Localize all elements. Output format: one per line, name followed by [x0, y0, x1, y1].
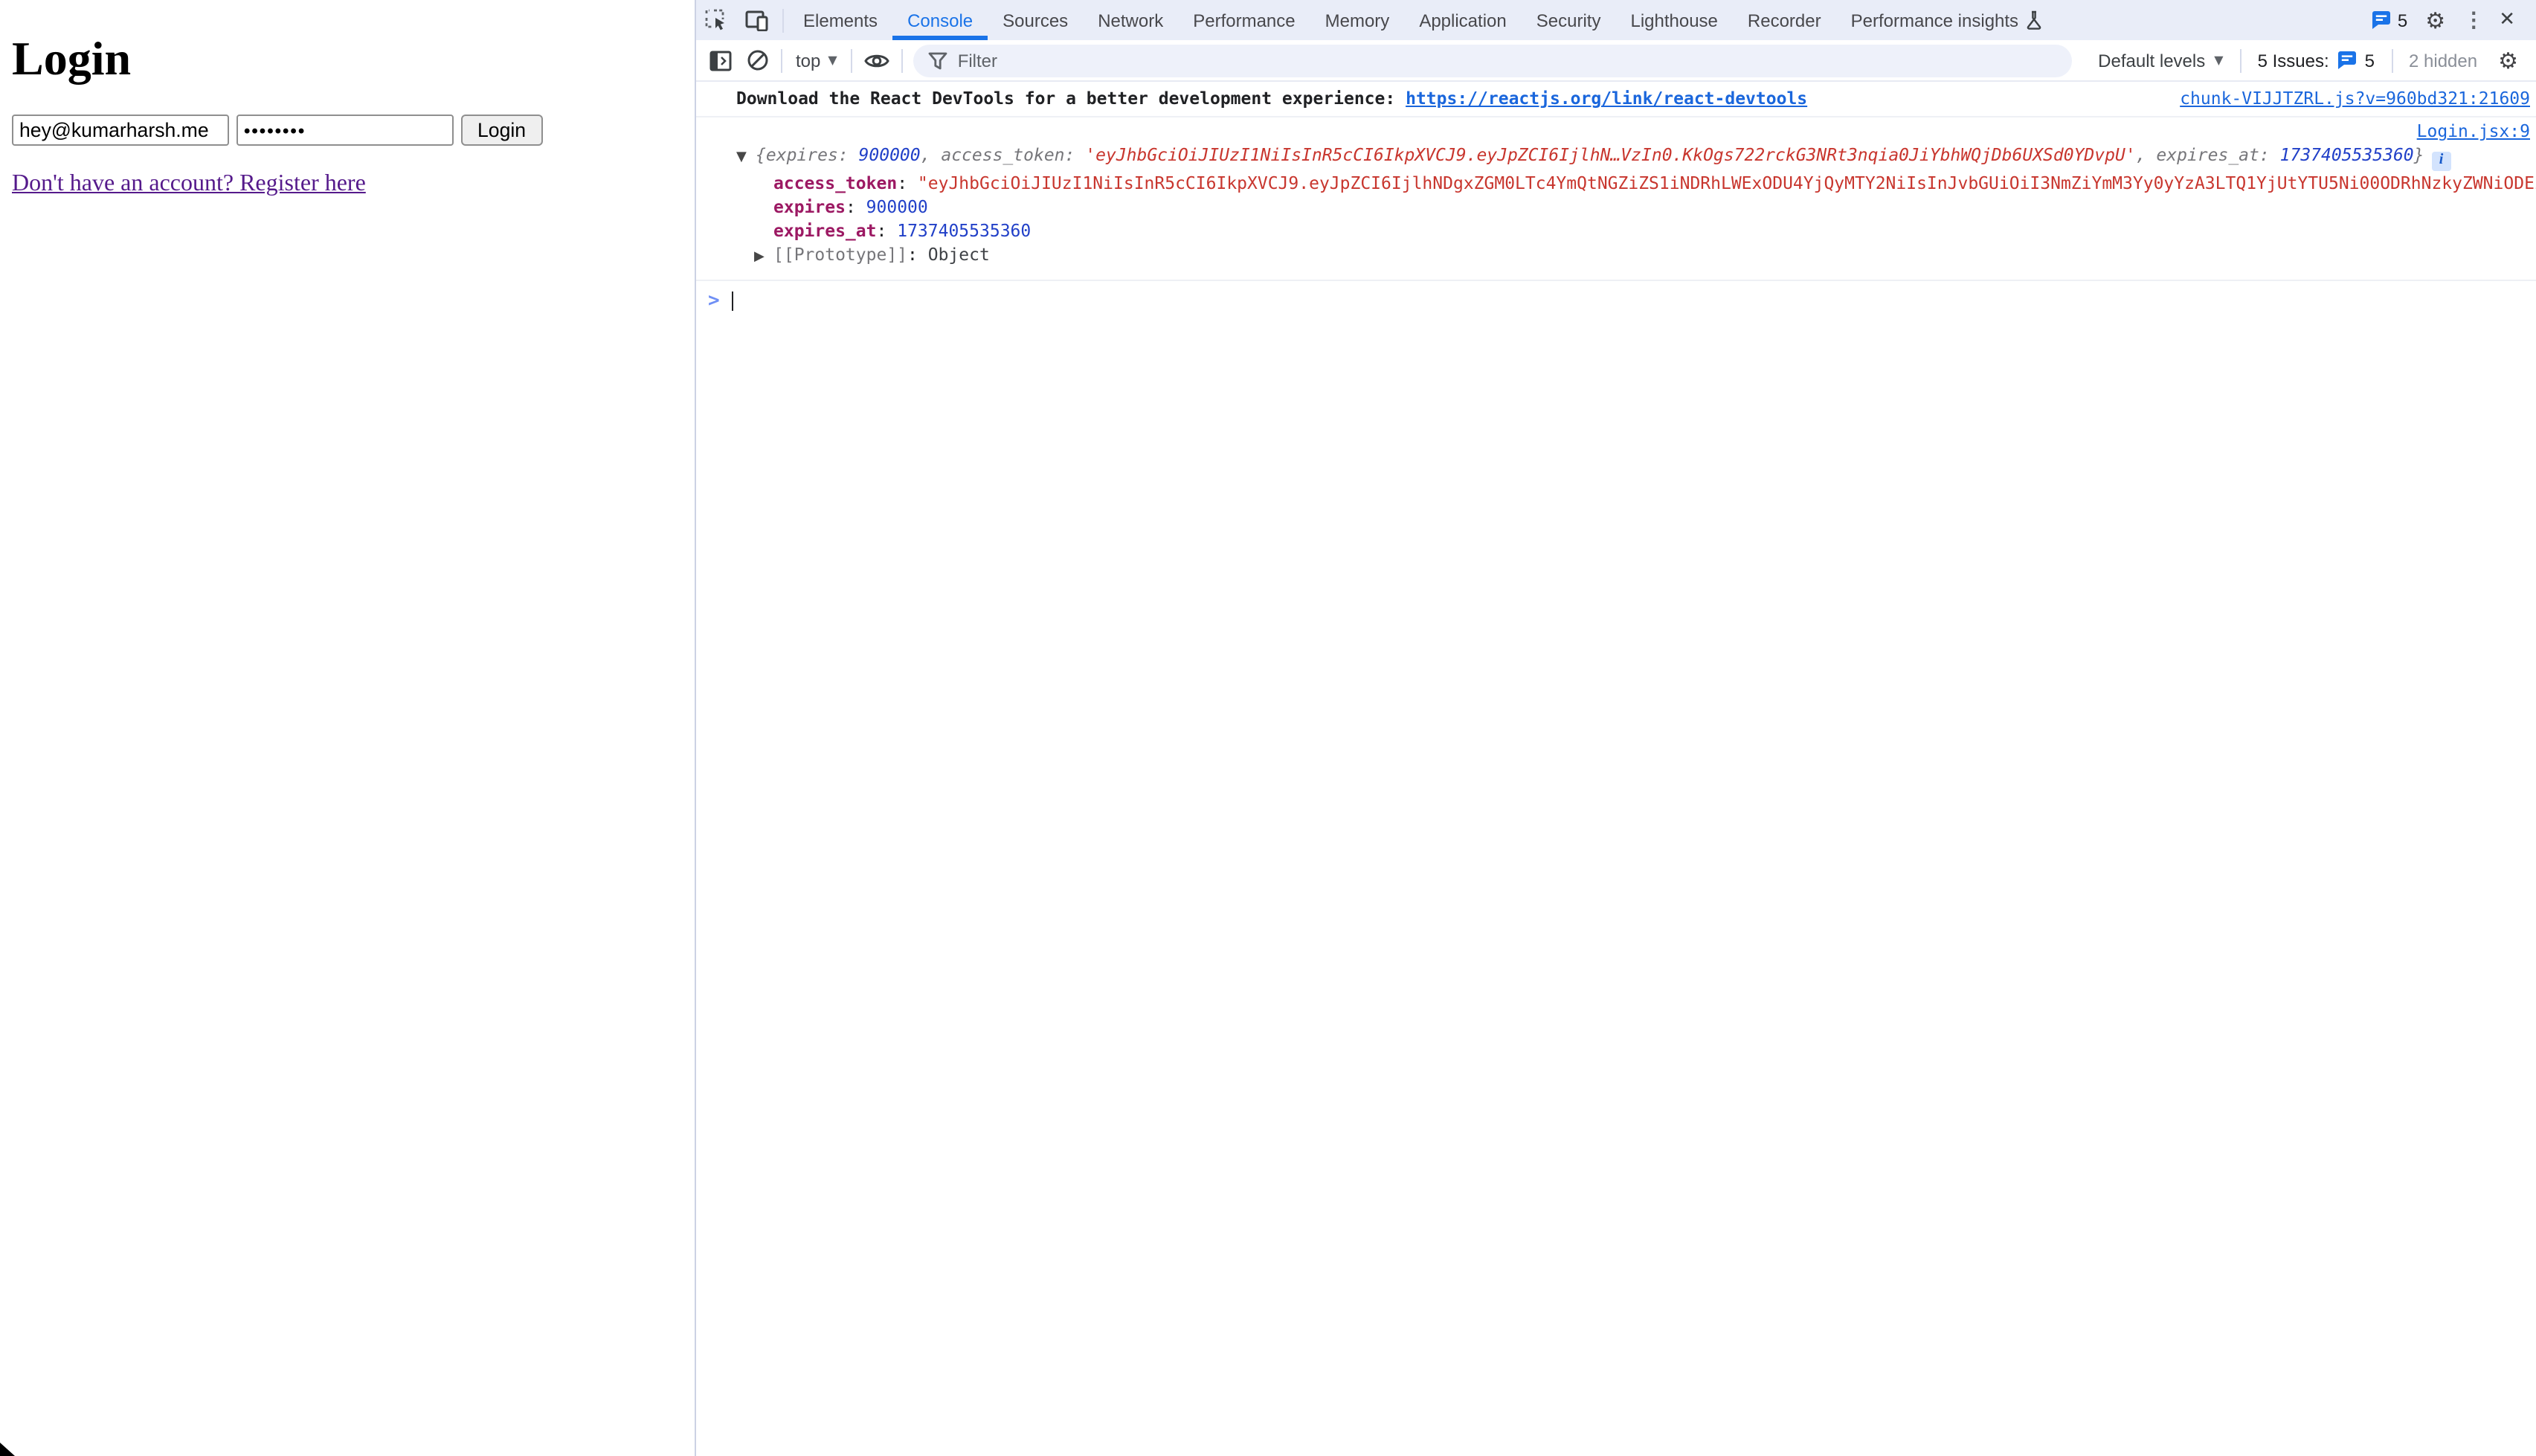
chevron-down-icon: ▼ [828, 54, 837, 67]
tab-performance[interactable]: Performance [1178, 0, 1310, 40]
register-link[interactable]: Don't have an account? Register here [12, 171, 366, 198]
console-message-react-devtools: Download the React DevTools for a better… [696, 82, 2536, 117]
settings-gear-icon[interactable]: ⚙ [2416, 7, 2454, 33]
more-options-icon[interactable]: ⋮ [2454, 7, 2493, 33]
password-field[interactable] [236, 115, 454, 146]
issues-bubble-icon [2337, 51, 2358, 70]
hidden-messages-label[interactable]: 2 hidden [2397, 50, 2489, 71]
source-link-chunk[interactable]: chunk-VIJJTZRL.js?v=960bd321:21609 [2180, 88, 2530, 110]
divider [901, 48, 903, 72]
source-link-login-jsx[interactable]: Login.jsx:9 [2417, 120, 2530, 141]
message-bubble-icon [2371, 10, 2392, 30]
funnel-icon [928, 51, 947, 69]
object-preview-row[interactable]: ▼{expires: 900000, access_token: 'eyJhbG… [736, 143, 2536, 170]
console-prompt[interactable]: > [696, 279, 2536, 320]
tab-recorder[interactable]: Recorder [1733, 0, 1836, 40]
console-settings-gear-icon[interactable]: ⚙ [2489, 47, 2527, 74]
close-devtools-icon[interactable]: ✕ [2493, 9, 2527, 31]
divider [2391, 48, 2392, 72]
flask-icon [2026, 10, 2042, 30]
clear-console-icon[interactable] [739, 49, 776, 71]
tab-network[interactable]: Network [1083, 0, 1178, 40]
react-devtools-link[interactable]: https://reactjs.org/link/react-devtools [1406, 88, 1807, 109]
tab-performance-insights[interactable]: Performance insights [1836, 0, 2057, 40]
tab-console[interactable]: Console [892, 0, 988, 40]
tab-security[interactable]: Security [1522, 0, 1616, 40]
console-message-object: Login.jsx:9 ▼{expires: 900000, access_to… [696, 117, 2536, 273]
log-levels-dropdown[interactable]: Default levels ▼ [2086, 50, 2235, 71]
login-page: Login Login Don't have an account? Regis… [0, 0, 695, 1456]
prototype-row[interactable]: ▶[[Prototype]]: Object [736, 242, 2536, 268]
expand-caret-icon[interactable]: ▼ [736, 146, 756, 170]
screen: Login Login Don't have an account? Regis… [0, 0, 2536, 1456]
tab-elements[interactable]: Elements [788, 0, 892, 40]
object-property-row: expires: 900000 [736, 194, 2536, 218]
info-icon[interactable]: i [2432, 151, 2451, 170]
console-toolbar: top ▼ Filter Default levels ▼ 5 Issues: [696, 40, 2536, 82]
filter-placeholder: Filter [958, 50, 997, 71]
login-button[interactable]: Login [461, 115, 542, 146]
context-selector[interactable]: top ▼ [787, 50, 846, 71]
issues-counter[interactable]: 5 Issues: 5 [2246, 50, 2387, 71]
login-form: Login [12, 115, 683, 146]
tab-lighthouse[interactable]: Lighthouse [1615, 0, 1732, 40]
tab-sources[interactable]: Sources [988, 0, 1083, 40]
mouse-cursor [0, 1443, 15, 1456]
chevron-down-icon: ▼ [2214, 54, 2223, 67]
collapse-caret-icon[interactable]: ▶ [754, 245, 773, 268]
text-cursor [732, 291, 734, 310]
console-output: Download the React DevTools for a better… [696, 82, 2536, 1456]
devtools-tabbar: Elements Console Sources Network Perform… [696, 0, 2536, 40]
page-title: Login [12, 31, 683, 86]
divider [782, 8, 784, 32]
live-expression-eye-icon[interactable] [857, 51, 897, 69]
tab-application[interactable]: Application [1404, 0, 1521, 40]
divider [781, 48, 782, 72]
inspect-element-icon[interactable] [696, 0, 736, 40]
console-sidebar-icon[interactable] [702, 50, 739, 71]
device-toolbar-icon[interactable] [736, 0, 778, 40]
console-messages-badge[interactable]: 5 [2362, 10, 2416, 30]
email-field[interactable] [12, 115, 229, 146]
tab-memory[interactable]: Memory [1310, 0, 1405, 40]
divider [851, 48, 852, 72]
prompt-chevron-icon: > [708, 289, 720, 312]
devtools-panel: Elements Console Sources Network Perform… [695, 0, 2536, 1456]
object-property-row: expires_at: 1737405535360 [736, 218, 2536, 242]
divider [2240, 48, 2241, 72]
object-property-row: access_token: "eyJhbGciOiJIUzI1NiIsInR5c… [736, 170, 2536, 194]
filter-input[interactable]: Filter [913, 44, 2071, 77]
